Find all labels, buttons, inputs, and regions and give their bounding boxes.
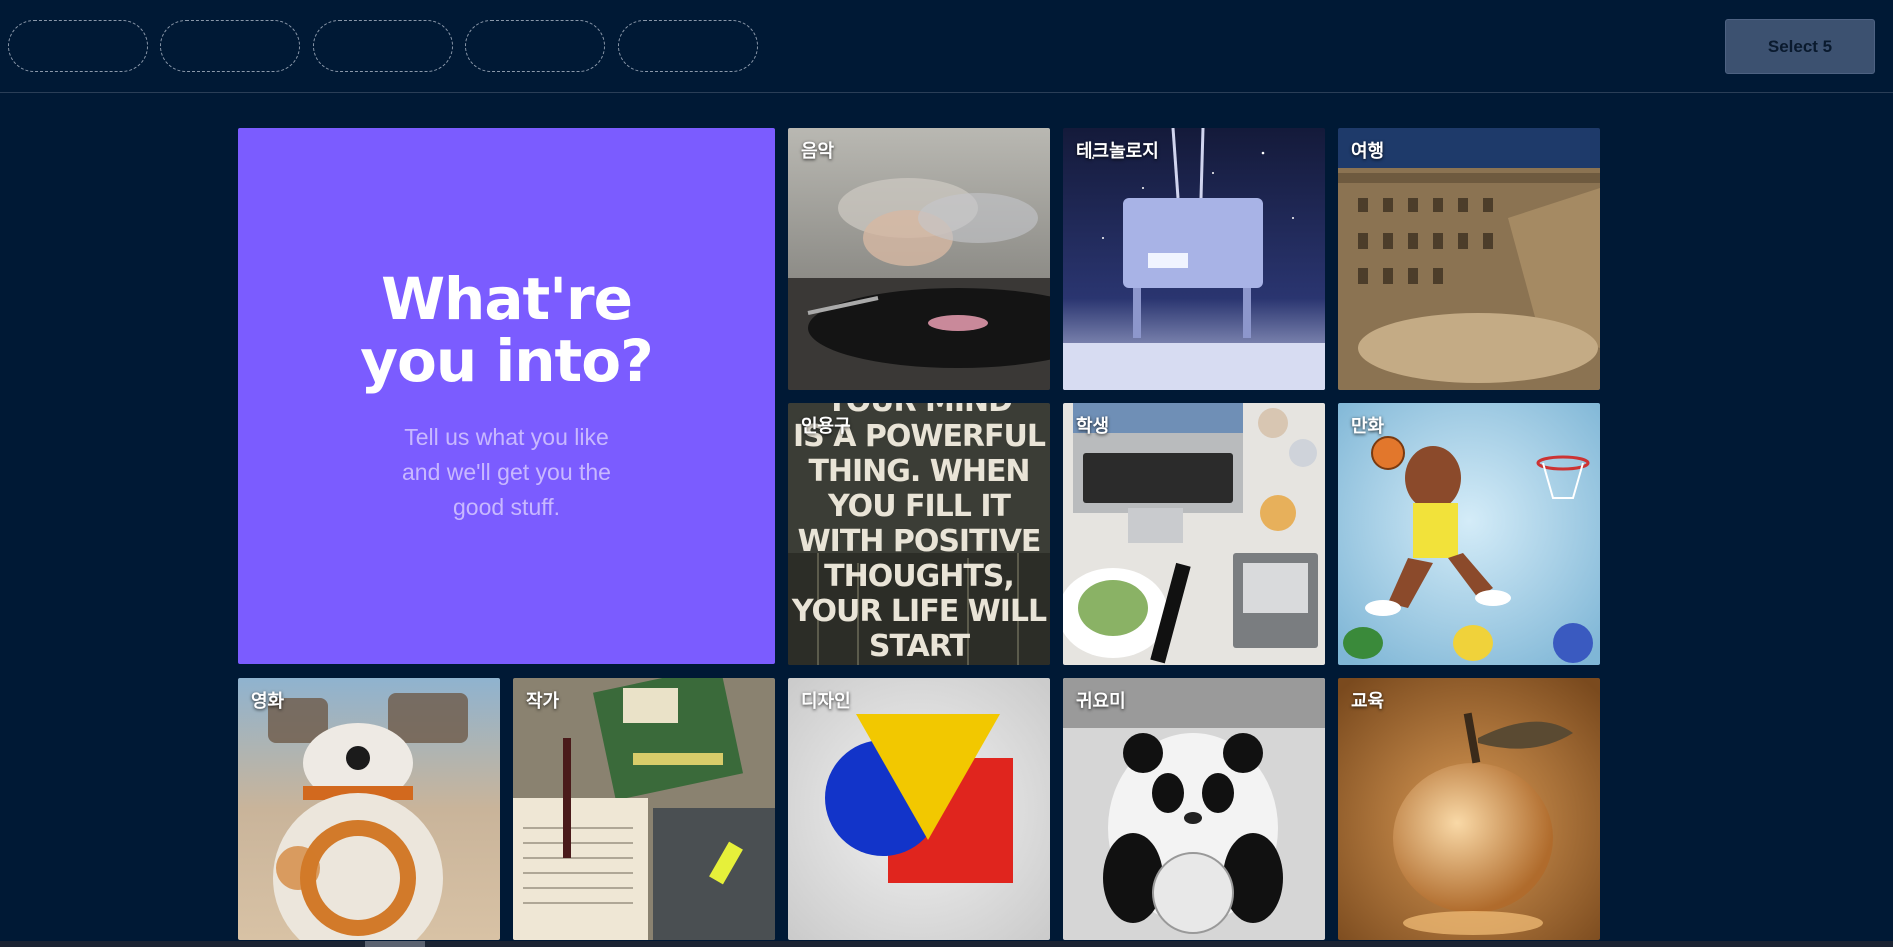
- topic-tile-education[interactable]: 교육: [1338, 678, 1600, 940]
- horizontal-scrollbar[interactable]: [0, 941, 1893, 947]
- topic-label: 인용구: [801, 416, 851, 437]
- empty-selection-slot: [465, 20, 605, 72]
- quote-line: THING. WHEN: [808, 454, 1030, 489]
- topic-tile-quotes[interactable]: YOUR MIND IS A POWERFUL THING. WHEN YOU …: [788, 403, 1050, 665]
- ancient-theater-photo-icon: [1338, 128, 1600, 390]
- topic-label: 작가: [526, 691, 560, 712]
- topic-label: 여행: [1351, 141, 1385, 162]
- topic-selection-bar: Select 5: [0, 0, 1893, 93]
- droid-robot-photo-icon: [238, 678, 500, 940]
- glass-apple-photo-icon: [1338, 678, 1600, 940]
- select-button[interactable]: Select 5: [1725, 19, 1875, 74]
- cartoon-ape-basketball-icon: [1338, 403, 1600, 665]
- turntable-photo-icon: [788, 128, 1050, 390]
- empty-selection-slot: [313, 20, 453, 72]
- topic-tile-movies[interactable]: 영화: [238, 678, 500, 940]
- topic-label: 귀요미: [1076, 691, 1126, 712]
- quote-line: YOUR LIFE WILL: [791, 594, 1047, 629]
- topic-label: 영화: [251, 691, 285, 712]
- books-pen-photo-icon: [513, 678, 775, 940]
- intro-panel: What're you into? Tell us what you like …: [238, 128, 775, 664]
- quote-line: WITH POSITIVE: [797, 524, 1042, 559]
- topic-tile-music[interactable]: 음악: [788, 128, 1050, 390]
- topic-tile-writers[interactable]: 작가: [513, 678, 775, 940]
- topic-label: 음악: [801, 141, 835, 162]
- topic-tile-travel[interactable]: 여행: [1338, 128, 1600, 390]
- topic-tile-cute[interactable]: 귀요미: [1063, 678, 1325, 940]
- empty-selection-slot: [618, 20, 758, 72]
- empty-selection-slot: [8, 20, 148, 72]
- laptop-desk-photo-icon: [1063, 403, 1325, 665]
- quote-text: YOUR MIND IS A POWERFUL THING. WHEN YOU …: [788, 403, 1050, 665]
- topic-tile-student[interactable]: 학생: [1063, 403, 1325, 665]
- empty-selection-slot: [160, 20, 300, 72]
- quote-line: START: [868, 629, 970, 664]
- topic-tile-technology[interactable]: 테크놀로지: [1063, 128, 1325, 390]
- topic-label: 교육: [1351, 691, 1385, 712]
- topic-label: 디자인: [801, 691, 851, 712]
- geometric-shapes-art-icon: [788, 678, 1050, 940]
- quote-line: THOUGHTS,: [824, 559, 1015, 594]
- topic-tile-comics[interactable]: 만화: [1338, 403, 1600, 665]
- topic-label: 만화: [1351, 416, 1385, 437]
- quote-line: YOUR MIND: [826, 403, 1013, 419]
- topic-label: 학생: [1076, 416, 1110, 437]
- page-title: What're you into?: [360, 264, 654, 395]
- panda-cub-photo-icon: [1063, 678, 1325, 940]
- antarctic-station-photo-icon: [1063, 128, 1325, 390]
- topic-tile-design[interactable]: 디자인: [788, 678, 1050, 940]
- topic-label: 테크놀로지: [1076, 141, 1159, 162]
- page-subtitle: Tell us what you like and we'll get you …: [402, 423, 611, 520]
- scrollbar-thumb[interactable]: [365, 941, 425, 947]
- quote-line: YOU FILL IT: [828, 489, 1011, 524]
